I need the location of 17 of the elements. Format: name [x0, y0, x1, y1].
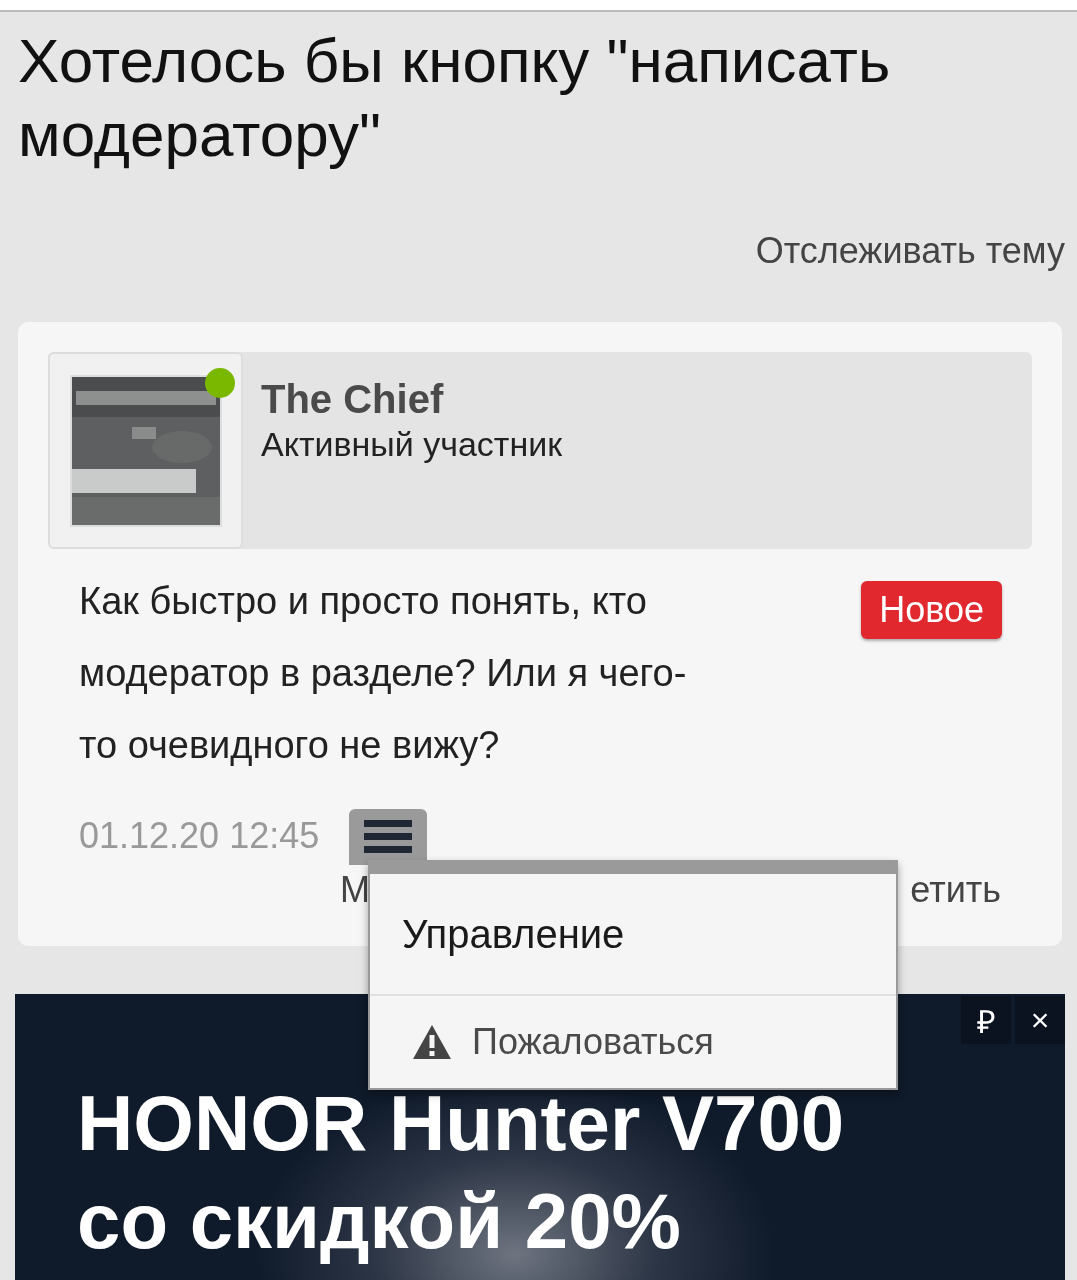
post-action-link[interactable]: етить — [910, 865, 1001, 915]
warning-icon — [412, 1024, 452, 1060]
menu-icon — [364, 820, 413, 854]
ad-info-button[interactable]: ₽ — [961, 996, 1011, 1044]
ad-subline: со скидкой 20% — [77, 1176, 682, 1267]
menu-item[interactable]: Управление — [370, 874, 896, 994]
report-menu-item[interactable]: Пожаловаться — [370, 994, 896, 1088]
menu-item-label: Пожаловаться — [472, 1021, 714, 1063]
close-button[interactable]: × — [1015, 996, 1065, 1044]
watch-thread-link[interactable]: Отслеживать тему — [755, 230, 1065, 272]
new-badge: Новое — [861, 581, 1002, 639]
thread-title: Хотелось бы кнопку "написать модератору" — [17, 25, 892, 171]
post-text: Как быстро и просто понять, кто модератор в разделе? Или я чего-то очевидного не вижу? — [79, 579, 688, 768]
post-date: 01.12.20 12:45 — [79, 815, 320, 858]
author-role: Активный участник — [261, 424, 563, 464]
menu-button[interactable] — [349, 809, 428, 865]
author-name[interactable]: The Chief — [261, 374, 563, 424]
